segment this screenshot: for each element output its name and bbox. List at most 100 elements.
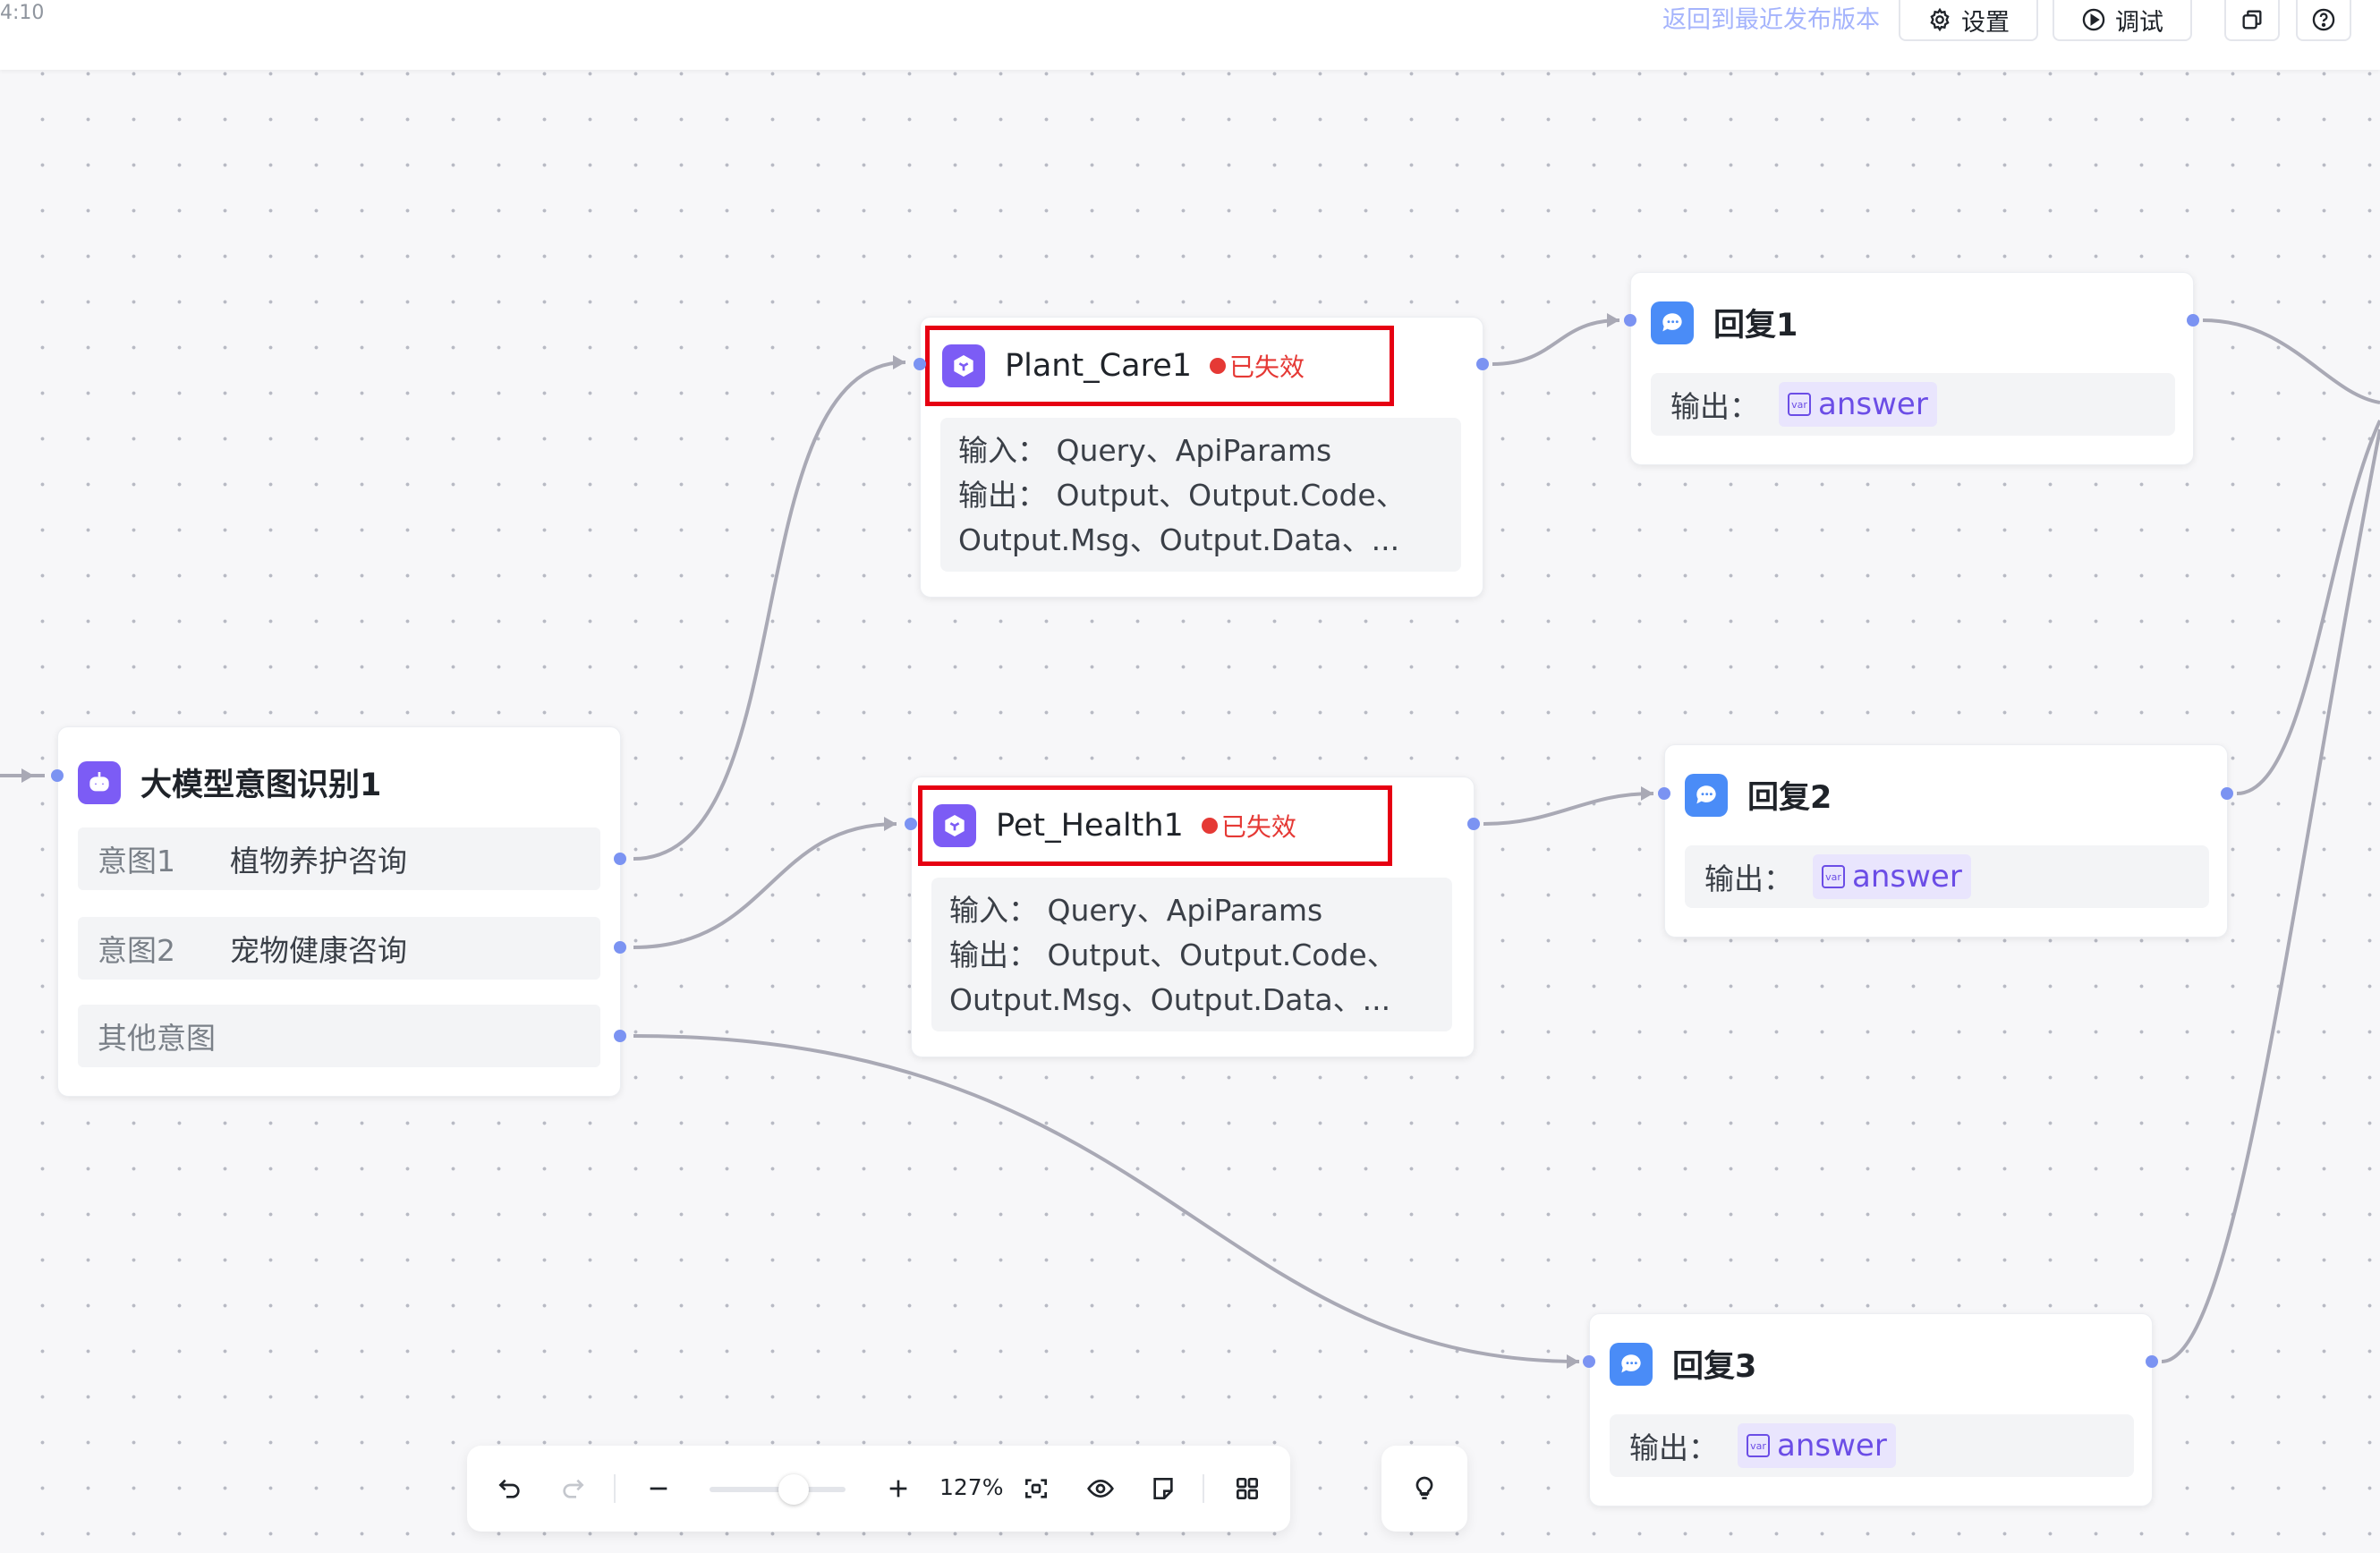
redo-icon <box>563 1479 584 1498</box>
output-row: 输出： var answer <box>1610 1414 2134 1477</box>
variable-name: answer <box>1852 859 1962 895</box>
output-row: 输出： var answer <box>1651 373 2175 436</box>
intent-row-other[interactable]: 其他意图 <box>78 1005 600 1067</box>
variable-chip[interactable]: var answer <box>1779 382 1937 427</box>
zoom-slider-handle[interactable] <box>778 1474 809 1505</box>
edge-other-reply3 <box>633 1034 1580 1363</box>
save-time: 4:10 <box>0 2 45 24</box>
reply1-output-port[interactable] <box>2187 314 2199 327</box>
variable-name: answer <box>1777 1428 1887 1464</box>
reply2-input-port[interactable] <box>1658 787 1670 800</box>
output-label: 输出： <box>1629 1430 1718 1465</box>
plugin-io-summary: 输入： Query、ApiParams 输出： Output、Output.Co… <box>931 878 1452 1031</box>
arrow-head-reply3 <box>1567 1354 1579 1369</box>
io-line: 输出： Output、Output.Code、 <box>949 938 1397 972</box>
bulb-icon <box>1415 1476 1433 1499</box>
zoom-out-button[interactable] <box>637 1467 680 1510</box>
settings-label: 设置 <box>1961 8 2010 37</box>
var-icon: var <box>1788 393 1811 416</box>
reply2-output-port[interactable] <box>2221 787 2233 800</box>
other-output-port[interactable] <box>614 1030 626 1042</box>
visibility-button[interactable] <box>1079 1467 1122 1510</box>
intent-value: 植物养护咨询 <box>230 844 407 878</box>
io-line: Output.Msg、Output.Data、... <box>958 522 1400 557</box>
toolbar-divider <box>614 1474 616 1503</box>
layout-button[interactable] <box>1226 1467 1269 1510</box>
pet-output-port[interactable] <box>1467 818 1480 830</box>
edge-reply1-out <box>2202 318 2380 404</box>
settings-button[interactable]: 设置 <box>1899 0 2038 41</box>
edge-intent1-plant <box>633 361 906 861</box>
output-label: 输出： <box>1704 861 1793 896</box>
help-button[interactable] <box>2296 0 2351 41</box>
copy-button[interactable] <box>2224 0 2280 41</box>
intent-recognition-node[interactable]: 大模型意图识别1 意图1 植物养护咨询 意图2 宠物健康咨询 其他意图 <box>57 726 621 1097</box>
note-icon <box>1153 1478 1173 1499</box>
zoom-out-icon <box>650 1487 667 1490</box>
intent1-output-port[interactable] <box>614 853 626 865</box>
pet-input-port[interactable] <box>905 818 917 830</box>
chat-icon <box>1685 773 1728 817</box>
reply-node-2[interactable]: 回复2 输出： var answer <box>1664 744 2228 938</box>
variable-chip[interactable]: var answer <box>1738 1423 1896 1468</box>
eye-icon <box>1087 1479 1114 1498</box>
edge-pet-reply2 <box>1483 792 1654 826</box>
arrow-head-reply2 <box>1641 786 1653 801</box>
fit-view-button[interactable] <box>1015 1467 1058 1510</box>
edge-reply2-out <box>2236 420 2380 795</box>
variable-name: answer <box>1818 386 1928 422</box>
debug-button[interactable]: 调试 <box>2053 0 2192 41</box>
reply1-input-port[interactable] <box>1624 314 1636 327</box>
arrow-head-reply1 <box>1607 313 1619 327</box>
zoom-in-button[interactable] <box>877 1467 920 1510</box>
io-line: 输入： Query、ApiParams <box>949 893 1323 928</box>
settings-icon <box>1930 7 1950 32</box>
add-note-button[interactable] <box>1142 1467 1185 1510</box>
undo-button[interactable] <box>489 1467 531 1510</box>
node-title: 回复2 <box>1747 780 1832 816</box>
plant-input-port[interactable] <box>914 358 926 370</box>
grid-icon <box>1237 1478 1258 1499</box>
chat-icon <box>1610 1342 1653 1386</box>
arrow-head-pet <box>884 817 897 831</box>
intent-row-1[interactable]: 意图1 植物养护咨询 <box>78 827 600 890</box>
highlight-box-pet <box>918 785 1392 866</box>
undo-icon <box>498 1479 520 1498</box>
output-row: 输出： var answer <box>1685 845 2209 908</box>
output-label: 输出： <box>1670 389 1759 424</box>
revert-to-published-link[interactable]: 返回到最近发布版本 <box>1662 0 1880 35</box>
reply-node-3[interactable]: 回复3 输出： var answer <box>1589 1313 2153 1506</box>
redo-button[interactable] <box>551 1467 594 1510</box>
help-icon <box>2312 8 2335 31</box>
intent2-output-port[interactable] <box>614 941 626 954</box>
debug-label: 调试 <box>2115 8 2163 37</box>
io-line: 输入： Query、ApiParams <box>958 433 1332 468</box>
highlight-box-plant <box>925 326 1394 406</box>
intent-value: 宠物健康咨询 <box>230 933 407 968</box>
chat-icon <box>1651 301 1694 344</box>
intent-label: 意图1 <box>98 844 175 878</box>
intent-label: 其他意图 <box>98 1021 216 1056</box>
zoom-in-icon <box>889 1480 907 1498</box>
arrow-head-plant <box>893 355 905 369</box>
plant-output-port[interactable] <box>1476 358 1489 370</box>
tips-button[interactable] <box>1381 1446 1467 1532</box>
zoom-slider[interactable] <box>710 1487 846 1492</box>
toolbar-divider <box>1203 1474 1204 1503</box>
node-title: 回复3 <box>1672 1349 1757 1385</box>
var-icon: var <box>1747 1434 1770 1457</box>
intent-input-port[interactable] <box>51 769 64 782</box>
intent-row-2[interactable]: 意图2 宠物健康咨询 <box>78 917 600 980</box>
node-title: 回复1 <box>1713 308 1798 344</box>
zoom-level: 127% <box>939 1474 1004 1500</box>
robot-icon <box>78 760 121 804</box>
arrow-head-incoming <box>21 768 34 783</box>
io-line: Output.Msg、Output.Data、... <box>949 982 1391 1017</box>
var-icon: var <box>1822 865 1845 888</box>
variable-chip[interactable]: var answer <box>1813 854 1971 899</box>
reply-node-1[interactable]: 回复1 输出： var answer <box>1630 272 2194 465</box>
reply3-output-port[interactable] <box>2146 1355 2158 1368</box>
io-line: 输出： Output、Output.Code、 <box>958 478 1406 513</box>
edge-plant-reply1 <box>1492 318 1620 366</box>
reply3-input-port[interactable] <box>1583 1355 1595 1368</box>
